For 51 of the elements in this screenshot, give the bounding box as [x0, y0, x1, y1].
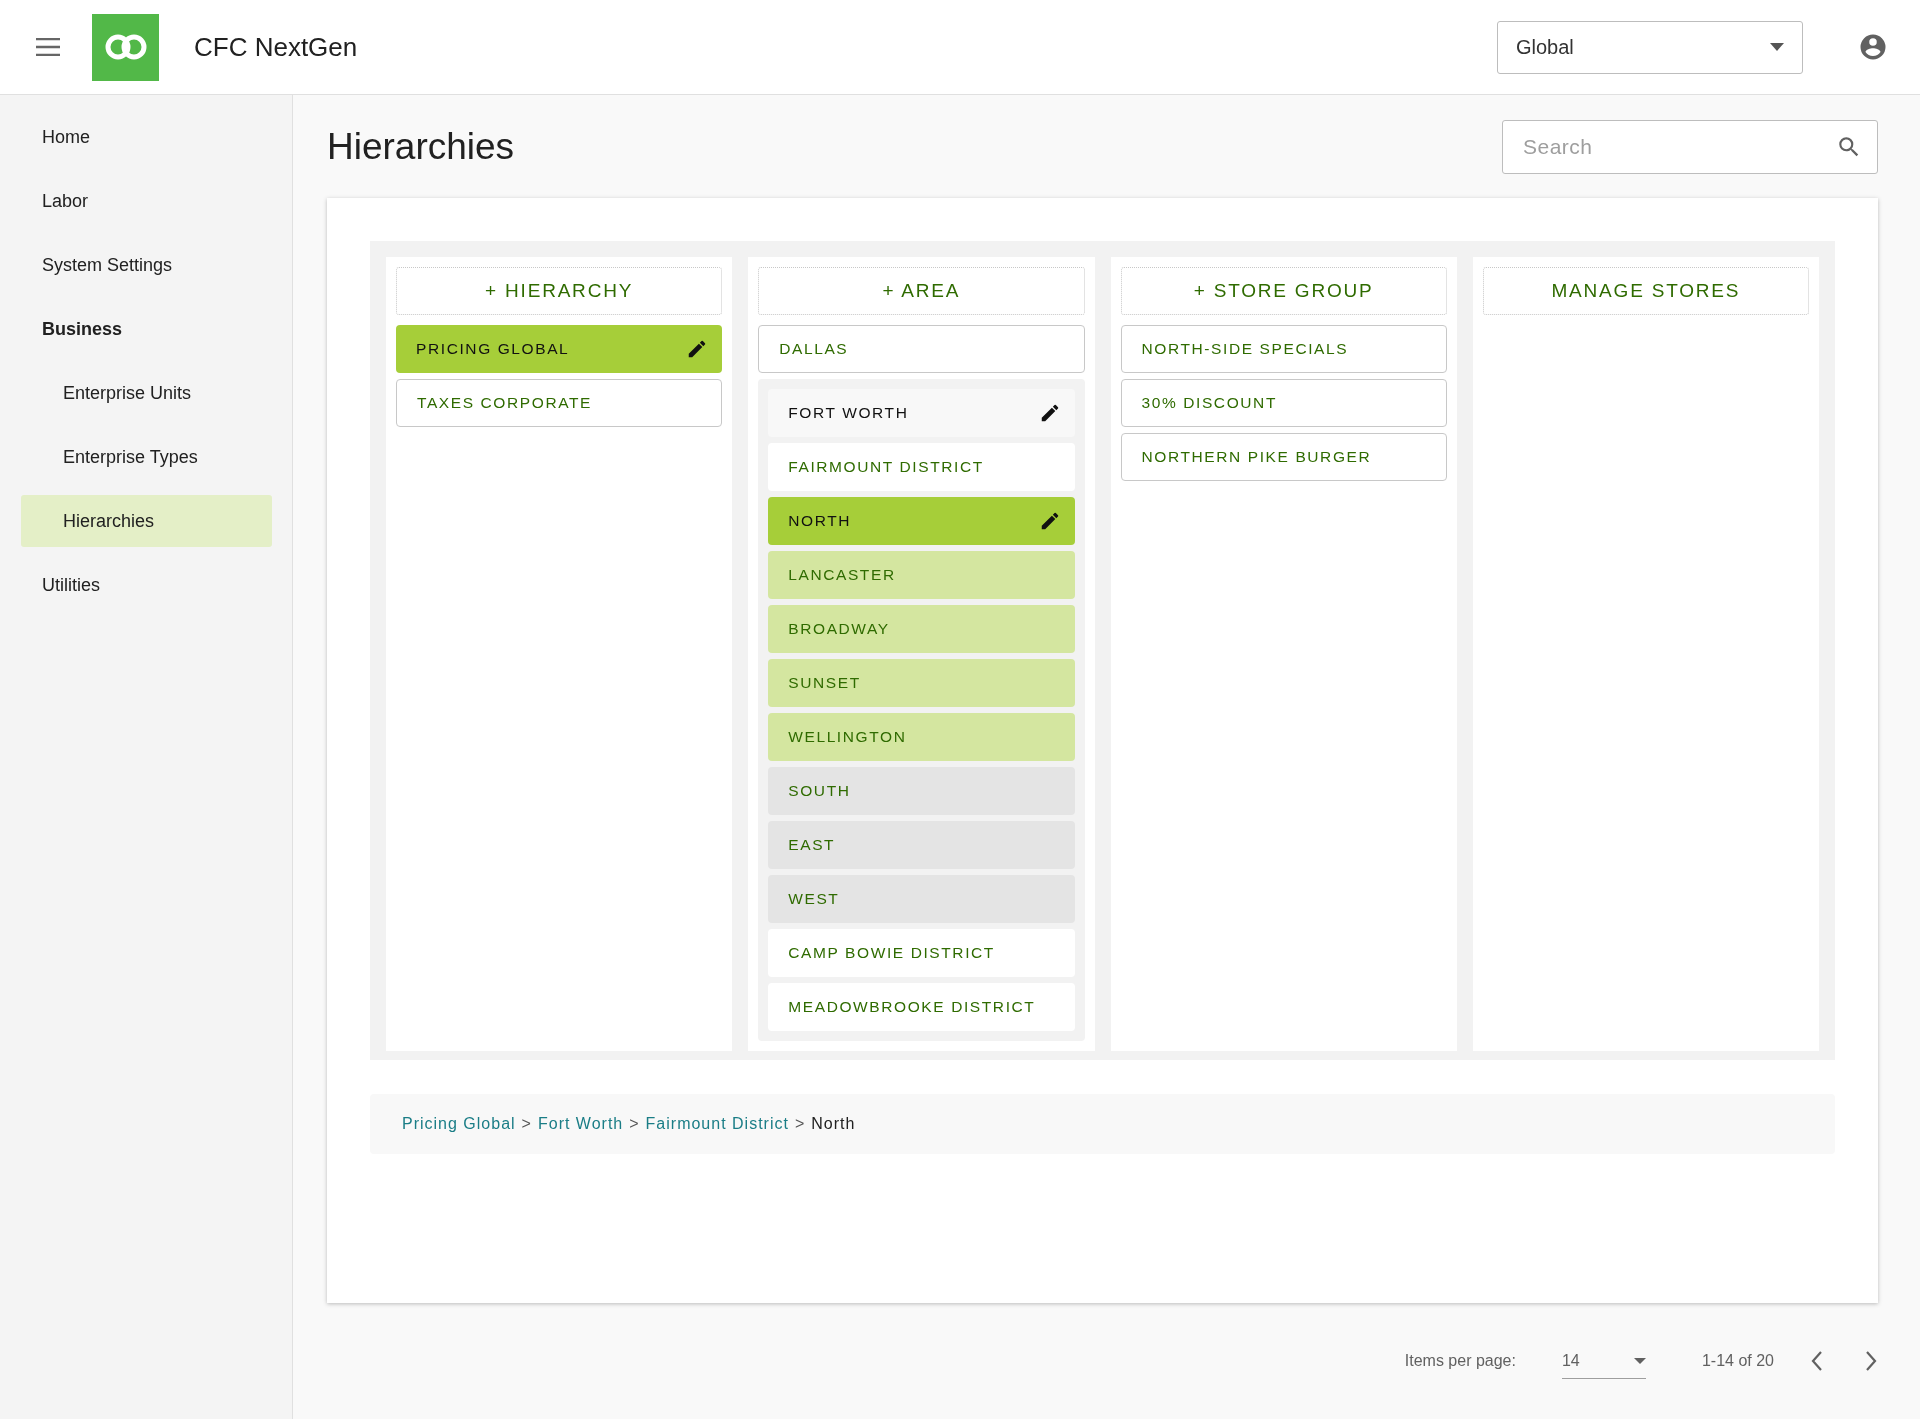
list-item[interactable]: SUNSET [768, 659, 1075, 707]
nav-item[interactable]: Utilities [21, 559, 272, 611]
dropdown-arrow-icon [1770, 43, 1784, 51]
previous-page-icon[interactable] [1810, 1350, 1824, 1372]
nav-item[interactable]: Business [21, 303, 272, 355]
breadcrumb-separator: > [521, 1115, 532, 1133]
add-button[interactable]: + HIERARCHY [396, 267, 723, 315]
page-range: 1-14 of 20 [1701, 1352, 1774, 1370]
list-item[interactable]: MEADOWBROOKE DISTRICT [768, 983, 1075, 1031]
nav-item[interactable]: Labor [21, 175, 272, 227]
list-item[interactable]: EAST [768, 821, 1075, 869]
list-item[interactable]: FAIRMOUNT DISTRICT [768, 443, 1075, 491]
next-page-icon[interactable] [1864, 1350, 1878, 1372]
breadcrumb-current: North [811, 1115, 856, 1133]
breadcrumb-separator: > [794, 1115, 806, 1133]
search-field[interactable]: Search [1502, 119, 1878, 174]
list-item[interactable]: CAMP BOWIE DISTRICT [768, 929, 1075, 977]
list-item[interactable]: NORTH-SIDE SPECIALS [1120, 325, 1447, 373]
logo-icon [92, 13, 159, 81]
dropdown-arrow-icon [1633, 1357, 1646, 1364]
list-item[interactable]: WEST [768, 875, 1075, 923]
add-button[interactable]: MANAGE STORES [1482, 267, 1809, 315]
account-icon[interactable] [1858, 32, 1888, 62]
list-item[interactable]: WELLINGTON [768, 713, 1075, 761]
nav-item[interactable]: Hierarchies [21, 495, 272, 547]
breadcrumb-link[interactable]: Pricing Global [402, 1115, 516, 1133]
list-item[interactable]: NORTH [768, 497, 1075, 545]
list-item[interactable]: TAXES CORPORATE [396, 379, 723, 427]
app-title: CFC NextGen [194, 31, 359, 63]
add-button[interactable]: + AREA [758, 267, 1085, 315]
list-item[interactable]: PRICING GLOBAL [396, 325, 723, 373]
nav-item[interactable]: Enterprise Units [21, 367, 272, 419]
list-item[interactable]: LANCASTER [768, 551, 1075, 599]
breadcrumb-separator: > [629, 1115, 640, 1133]
menu-icon[interactable] [36, 38, 60, 56]
items-per-page-label: Items per page: [1404, 1352, 1516, 1370]
breadcrumb-link[interactable]: Fort Worth [537, 1115, 624, 1133]
add-button[interactable]: + STORE GROUP [1120, 267, 1447, 315]
list-item[interactable]: FORT WORTH [768, 389, 1075, 437]
scope-select[interactable]: Global [1497, 20, 1803, 74]
list-item[interactable]: SOUTH [768, 767, 1075, 815]
list-item[interactable]: DALLAS [758, 325, 1085, 373]
nav-item[interactable]: Home [21, 111, 272, 163]
nav-item[interactable]: System Settings [21, 239, 272, 291]
page-title: Hierarchies [327, 125, 515, 168]
breadcrumb-link[interactable]: Fairmount District [645, 1115, 789, 1133]
list-item[interactable]: BROADWAY [768, 605, 1075, 653]
nav-item[interactable]: Enterprise Types [21, 431, 272, 483]
list-item[interactable]: NORTHERN PIKE BURGER [1120, 433, 1447, 481]
list-item[interactable]: 30% DISCOUNT [1120, 379, 1447, 427]
page-size-select[interactable]: 14 [1561, 1343, 1646, 1379]
